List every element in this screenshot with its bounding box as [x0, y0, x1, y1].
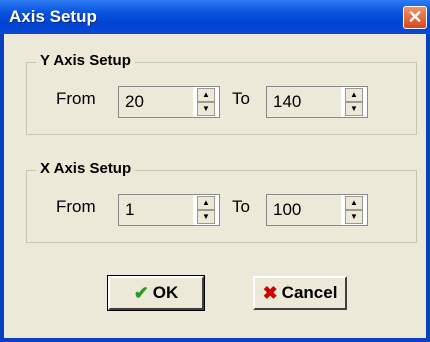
x-from-label: From	[56, 197, 96, 216]
y-to-up-button[interactable]: ▲	[345, 88, 363, 102]
y-axis-group-label: Y Axis Setup	[36, 52, 135, 69]
close-button[interactable]: ✕	[403, 6, 427, 29]
x-from-input[interactable]	[119, 195, 193, 225]
y-to-spinner[interactable]: ▲ ▼	[266, 86, 368, 118]
y-axis-group: Y Axis Setup From ▲ ▼ To ▲ ▼	[26, 52, 417, 135]
y-to-label: To	[232, 89, 250, 108]
y-from-label: From	[56, 89, 96, 108]
cancel-button[interactable]: ✖ Cancel	[253, 276, 347, 310]
y-from-up-button[interactable]: ▲	[197, 88, 215, 102]
x-from-up-button[interactable]: ▲	[197, 196, 215, 210]
dialog-body: Y Axis Setup From ▲ ▼ To ▲ ▼ X Axis Setu…	[4, 34, 426, 338]
y-to-down-button[interactable]: ▼	[345, 102, 363, 116]
y-to-input[interactable]	[267, 87, 341, 117]
spin-up-icon: ▲	[350, 90, 358, 99]
x-to-spinner[interactable]: ▲ ▼	[266, 194, 368, 226]
y-from-spinner[interactable]: ▲ ▼	[118, 86, 220, 118]
x-axis-group: X Axis Setup From ▲ ▼ To ▲ ▼	[26, 160, 417, 243]
x-axis-group-label: X Axis Setup	[36, 160, 136, 177]
y-from-input[interactable]	[119, 87, 193, 117]
cancel-button-label: Cancel	[281, 283, 338, 302]
window-title: Axis Setup	[9, 7, 97, 26]
title-bar[interactable]: Axis Setup ✕	[0, 0, 430, 34]
spin-down-icon: ▼	[350, 212, 358, 221]
y-from-down-button[interactable]: ▼	[197, 102, 215, 116]
ok-button[interactable]: ✔ OK	[107, 275, 205, 311]
x-from-spinner[interactable]: ▲ ▼	[118, 194, 220, 226]
close-icon: ✕	[407, 7, 423, 27]
spin-down-icon: ▼	[202, 212, 210, 221]
spin-down-icon: ▼	[202, 104, 210, 113]
x-to-label: To	[232, 197, 250, 216]
spin-down-icon: ▼	[350, 104, 358, 113]
ok-button-label: OK	[152, 283, 179, 302]
check-icon: ✔	[133, 282, 149, 303]
spin-up-icon: ▲	[350, 198, 358, 207]
dialog-window: Axis Setup ✕ Y Axis Setup From ▲ ▼ To ▲ …	[0, 0, 430, 342]
spin-up-icon: ▲	[202, 198, 210, 207]
x-to-up-button[interactable]: ▲	[345, 196, 363, 210]
x-to-input[interactable]	[267, 195, 341, 225]
spin-up-icon: ▲	[202, 90, 210, 99]
x-to-down-button[interactable]: ▼	[345, 210, 363, 224]
x-from-down-button[interactable]: ▼	[197, 210, 215, 224]
x-icon: ✖	[262, 282, 278, 303]
